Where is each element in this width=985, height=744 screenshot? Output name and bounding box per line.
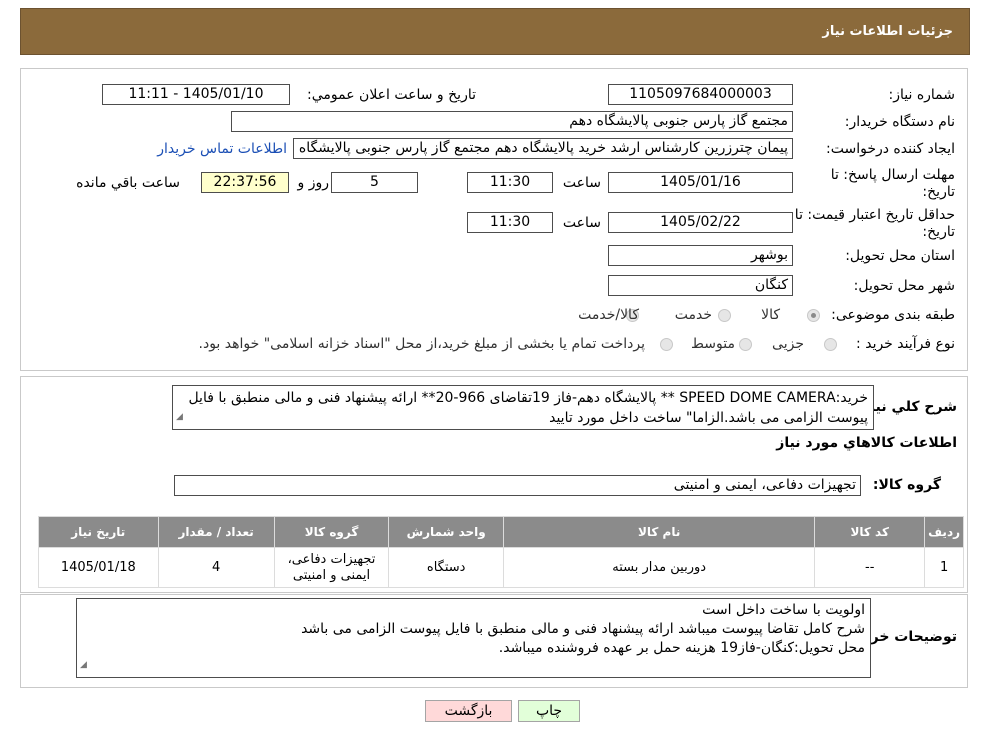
resize-grip-icon[interactable]: ◢ <box>176 407 183 427</box>
col-qty: تعداد / مقدار <box>157 516 275 548</box>
price-validity-date-field[interactable]: 1405/02/22 <box>608 212 793 233</box>
process-type-label: نوع فرآیند خرید : <box>856 336 955 352</box>
col-date: تاریخ نیاز <box>38 516 159 548</box>
buyer-notes-line-3: محل تحویل:کنگان-فاز19 هزینه حمل بر عهده … <box>498 640 865 656</box>
category-option-goods-service: کالا/خدمت <box>578 307 639 323</box>
category-radio-service[interactable] <box>718 309 731 322</box>
col-unit: واحد شمارش <box>388 516 505 548</box>
need-info-panel: شماره نیاز: 1105097684000003 تاریخ و ساع… <box>20 68 968 371</box>
back-button[interactable]: بازگشت <box>425 700 512 722</box>
process-treasury-note: پرداخت تمام یا بخشی از مبلغ خرید،از محل … <box>198 336 645 352</box>
cell-row: 1 <box>924 547 964 588</box>
province-field[interactable]: بوشهر <box>608 245 793 266</box>
province-label: استان محل تحویل: <box>845 248 955 264</box>
need-summary-text: خرید:SPEED DOME CAMERA ** پالایشگاه دهم-… <box>188 390 868 426</box>
print-button[interactable]: چاپ <box>518 700 580 722</box>
deadline-date-field[interactable]: 1405/01/16 <box>608 172 793 193</box>
col-name: نام کالا <box>503 516 816 548</box>
category-radio-goods[interactable] <box>807 309 820 322</box>
cell-group: تجهیزات دفاعی، ایمنی و امنیتی <box>273 547 390 588</box>
deadline-label: مهلت ارسال پاسخ: تا <box>830 167 955 183</box>
days-field[interactable]: 5 <box>331 172 418 193</box>
cell-code: -- <box>814 547 926 588</box>
need-summary-textarea[interactable]: خرید:SPEED DOME CAMERA ** پالایشگاه دهم-… <box>172 385 874 430</box>
buyer-notes-textarea[interactable]: اولویت با ساخت داخل است شرح کامل تقاضا پ… <box>76 598 871 678</box>
cell-name: دوربین مدار بسته <box>503 547 816 588</box>
buyer-contact-link[interactable]: اطلاعات تماس خریدار <box>157 141 287 157</box>
buyer-name-field[interactable]: مجتمع گاز پارس جنوبی پالایشگاه دهم <box>231 111 793 132</box>
goods-group-field[interactable]: تجهیزات دفاعی، ایمنی و امنیتی <box>174 475 861 496</box>
cell-qty: 4 <box>157 547 275 588</box>
creator-field[interactable]: پیمان چترزرین کارشناس ارشد خرید پالایشگا… <box>293 138 793 159</box>
deadline-label-date: تاریخ: <box>922 184 955 200</box>
price-validity-label-date: تاریخ: <box>922 224 955 240</box>
price-validity-time-field[interactable]: 11:30 <box>467 212 553 233</box>
cell-unit: دستگاه <box>388 547 505 588</box>
process-radio-medium[interactable] <box>739 338 752 351</box>
category-option-service: خدمت <box>674 307 712 323</box>
col-row: ردیف <box>924 516 964 548</box>
price-validity-time-label: ساعت <box>562 215 601 231</box>
deadline-time-label: ساعت <box>562 175 601 191</box>
resize-grip-icon[interactable]: ◢ <box>80 656 87 675</box>
items-table-header: ردیف کد کالا نام کالا واحد شمارش گروه کا… <box>38 516 964 548</box>
buyer-notes-line-1: اولویت با ساخت داخل است <box>702 602 865 618</box>
need-number-field[interactable]: 1105097684000003 <box>608 84 793 105</box>
process-radio-minor[interactable] <box>824 338 837 351</box>
goods-section-title: اطلاعات کالاهاي مورد نیاز <box>776 435 957 451</box>
city-field[interactable]: کنگان <box>608 275 793 296</box>
remaining-time-label: ساعت باقي مانده <box>76 175 180 191</box>
goods-group-label: گروه کالا: <box>872 477 941 493</box>
need-number-label: شماره نیاز: <box>888 87 956 103</box>
page-title: جزئیات اطلاعات نیاز <box>822 24 953 39</box>
remaining-time-field: 22:37:56 <box>201 172 289 193</box>
process-radio-treasury[interactable] <box>660 338 673 351</box>
announce-date-label: تاریخ و ساعت اعلان عمومي: <box>307 87 476 103</box>
days-label: روز و <box>297 175 330 191</box>
col-group: گروه کالا <box>273 516 390 548</box>
category-option-goods: کالا <box>761 307 780 323</box>
announce-date-field[interactable]: 1405/01/10 - 11:11 <box>102 84 290 105</box>
process-option-minor: جزیی <box>772 336 804 352</box>
buyer-notes-line-2: شرح کامل تقاضا پیوست میباشد ارائه پیشنها… <box>301 621 865 637</box>
items-table: ردیف کد کالا نام کالا واحد شمارش گروه کا… <box>38 516 964 588</box>
category-label: طبقه بندی موضوعی: <box>831 307 955 323</box>
table-row[interactable]: 1 -- دوربین مدار بسته دستگاه تجهیزات دفا… <box>38 547 964 588</box>
creator-label: ایجاد کننده درخواست: <box>826 141 955 157</box>
price-validity-label: حداقل تاریخ اعتبار قیمت: تا <box>794 207 955 223</box>
cell-date: 1405/01/18 <box>38 547 159 588</box>
process-option-medium: متوسط <box>691 336 735 352</box>
city-label: شهر محل تحویل: <box>853 278 955 294</box>
buyer-name-label: نام دستگاه خریدار: <box>844 114 955 130</box>
page-header: جزئیات اطلاعات نیاز <box>20 8 970 55</box>
col-code: کد کالا <box>814 516 926 548</box>
deadline-time-field[interactable]: 11:30 <box>467 172 553 193</box>
buyer-notes-panel: توضیحات خریدار: اولویت با ساخت داخل است … <box>20 594 968 688</box>
